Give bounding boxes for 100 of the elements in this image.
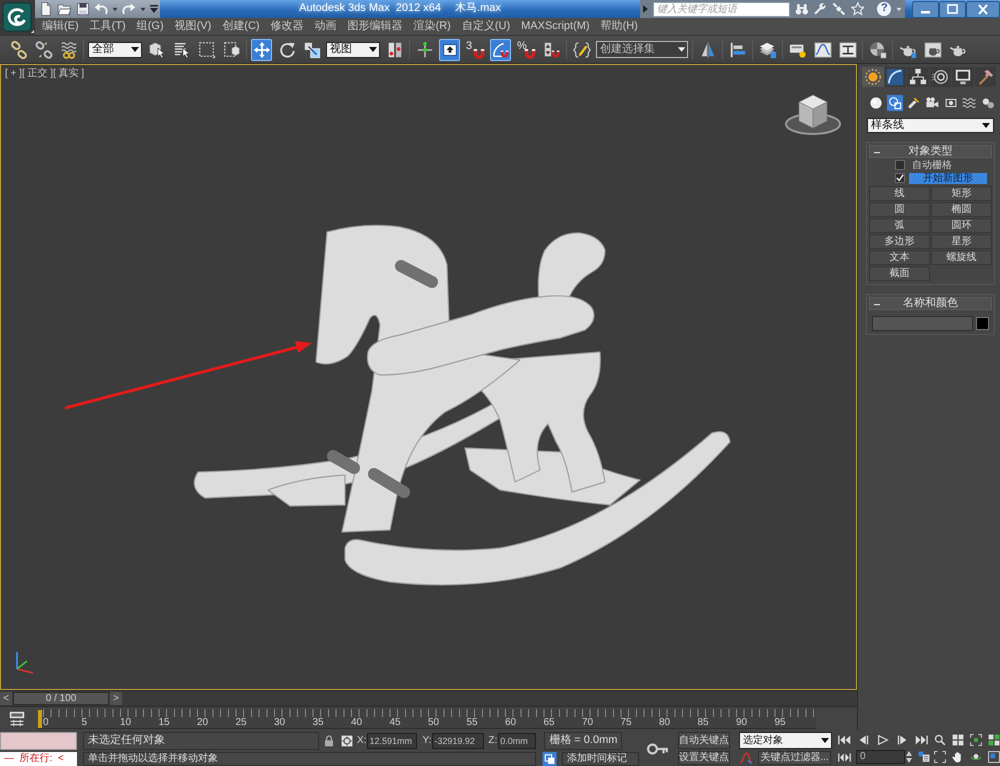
snap-toggle-button[interactable]: 3 <box>464 38 486 60</box>
shape-type-button[interactable]: 螺旋线 <box>931 250 992 265</box>
angle-magnet-icon[interactable] <box>490 38 511 60</box>
viewport[interactable]: [ + ][ 正交 ][ 真实 ] <box>0 64 857 690</box>
shape-type-button[interactable]: 矩形 <box>931 186 992 201</box>
menu-item[interactable]: MAXScript(M) <box>516 18 595 34</box>
binoculars-icon[interactable] <box>794 2 808 16</box>
key-selection-dropdown[interactable]: 选定对象 <box>739 732 832 749</box>
hand-icon[interactable] <box>952 751 964 763</box>
shape-type-button[interactable]: 椭圆 <box>931 202 992 217</box>
logo-icon[interactable] <box>2 2 34 34</box>
previous-frame-button[interactable]: < <box>0 692 12 705</box>
menu-item[interactable]: 动画 <box>310 18 342 34</box>
viewport-label[interactable]: [ + ][ 正交 ][ 真实 ] <box>5 68 84 80</box>
frame-field[interactable]: 0 <box>856 750 905 764</box>
zoom-icon[interactable] <box>934 734 946 746</box>
monitor-icon[interactable] <box>952 67 974 87</box>
lock-icon[interactable] <box>324 735 334 747</box>
menu-item[interactable]: 工具(T) <box>84 18 131 34</box>
menu-item[interactable]: 渲染(R) <box>408 18 456 34</box>
menu-item[interactable]: 帮助(H) <box>596 18 643 34</box>
shape-type-button[interactable]: 多边形 <box>869 234 930 249</box>
menu-item[interactable]: 组(G) <box>132 18 169 34</box>
menu-item[interactable]: 视图(V) <box>170 18 216 34</box>
next-frame-button[interactable]: > <box>110 692 122 705</box>
skip-forward-icon[interactable] <box>914 734 928 746</box>
sun-icon[interactable] <box>862 67 884 87</box>
zoom-extents-icon[interactable] <box>970 734 982 746</box>
rollout-header[interactable]: 名称和颜色 <box>869 297 992 310</box>
save-icon[interactable] <box>76 2 90 16</box>
skip-back-icon[interactable] <box>838 734 852 746</box>
shape-type-button[interactable]: 线 <box>869 186 930 201</box>
menu-item[interactable]: 修改器 <box>266 18 309 34</box>
caret-icon[interactable] <box>140 6 146 12</box>
search-field[interactable]: 键入关键字或短语 <box>652 2 790 16</box>
time-tag-button[interactable]: 添加时间标记 <box>562 752 639 766</box>
satellite-icon[interactable] <box>832 2 846 16</box>
key-filters-button[interactable]: 关键点过滤器... <box>758 751 831 765</box>
checkbox[interactable] <box>895 160 905 170</box>
step-forward-icon[interactable] <box>895 734 909 746</box>
triangle-arrow-icon[interactable] <box>643 5 648 13</box>
circle-square-icon[interactable] <box>886 95 904 111</box>
trackbar-ruler[interactable]: 0 5 10 15 20 25 30 35 40 45 50 55 60 65 70 75 80 85 90 95 <box>38 708 816 728</box>
customize-caret-icon[interactable] <box>150 5 158 13</box>
time-slider-track[interactable]: < 0 / 100 > <box>0 690 857 707</box>
hierarchy-icon[interactable] <box>907 67 928 87</box>
rollout-header[interactable]: 对象类型 <box>869 145 992 158</box>
step-back-icon[interactable] <box>857 734 871 746</box>
shape-type-button[interactable]: 星形 <box>931 234 992 249</box>
grid-squares-icon[interactable] <box>952 734 964 746</box>
cubes-icon[interactable] <box>988 734 1000 746</box>
maximize-icon[interactable] <box>939 0 966 18</box>
selection-filter-dropdown[interactable]: 全部 <box>88 42 142 58</box>
category-dropdown[interactable]: 样条线 <box>867 118 994 133</box>
overlapping-squares-icon[interactable] <box>542 752 557 766</box>
auto-key-button[interactable]: 自动关键点 <box>678 732 730 749</box>
shape-type-button[interactable]: 圆 <box>869 202 930 217</box>
orbit-icon[interactable] <box>970 751 982 763</box>
wrench-icon[interactable] <box>813 2 828 16</box>
target-square-icon[interactable] <box>341 735 353 747</box>
color-swatch-icon[interactable] <box>976 317 989 330</box>
shape-type-button[interactable]: 截面 <box>869 266 930 281</box>
caret-icon[interactable] <box>112 6 118 12</box>
menu-item[interactable]: 创建(C) <box>217 18 265 34</box>
name-field[interactable] <box>872 316 973 331</box>
minus-icon[interactable] <box>874 303 880 306</box>
coordinate-field[interactable]: 0.0mm <box>498 733 536 749</box>
new-file-icon[interactable] <box>39 2 53 16</box>
chain-link-icon[interactable] <box>8 38 29 60</box>
key-mode-icon[interactable] <box>838 752 851 762</box>
minimize-icon[interactable] <box>912 0 939 18</box>
set-key-button[interactable]: 设置关键点 <box>678 751 730 765</box>
menu-item[interactable]: 图形编辑器 <box>342 18 408 34</box>
help-button[interactable]: ? <box>877 2 892 16</box>
menu-item[interactable]: 编辑(E) <box>37 18 84 34</box>
menu-item[interactable]: 自定义(U) <box>456 18 516 34</box>
wave-icon[interactable] <box>960 95 978 111</box>
minus-icon[interactable] <box>874 151 880 154</box>
redo-icon[interactable] <box>122 2 136 16</box>
percent-snap-button[interactable]: % <box>515 38 537 60</box>
time-config-icon[interactable] <box>918 751 930 763</box>
panel-lines-icon[interactable] <box>8 710 26 726</box>
shape-type-button[interactable]: 圆环 <box>931 218 992 233</box>
time-slider-thumb[interactable]: 0 / 100 <box>13 692 109 705</box>
coordinate-system-dropdown[interactable]: 视图 <box>326 42 380 58</box>
close-icon[interactable] <box>966 0 1000 18</box>
play-icon[interactable] <box>876 734 890 746</box>
listener-input-field[interactable] <box>0 732 77 750</box>
shape-type-button[interactable]: 弧 <box>869 218 930 233</box>
move-arrows-icon[interactable] <box>251 38 272 60</box>
coordinate-field[interactable]: -32919.92 <box>432 733 484 749</box>
hammer-icon[interactable] <box>974 67 996 87</box>
frame-corners-icon[interactable] <box>934 751 946 763</box>
folder-icon[interactable] <box>57 2 72 16</box>
maximize-viewport-icon[interactable] <box>988 751 1000 763</box>
rings-icon[interactable] <box>930 67 951 87</box>
checkbox[interactable] <box>895 173 905 183</box>
star-icon[interactable] <box>850 2 864 16</box>
broken-chain-icon[interactable] <box>33 38 54 60</box>
coordinate-field[interactable]: 12.591mm <box>367 733 418 749</box>
